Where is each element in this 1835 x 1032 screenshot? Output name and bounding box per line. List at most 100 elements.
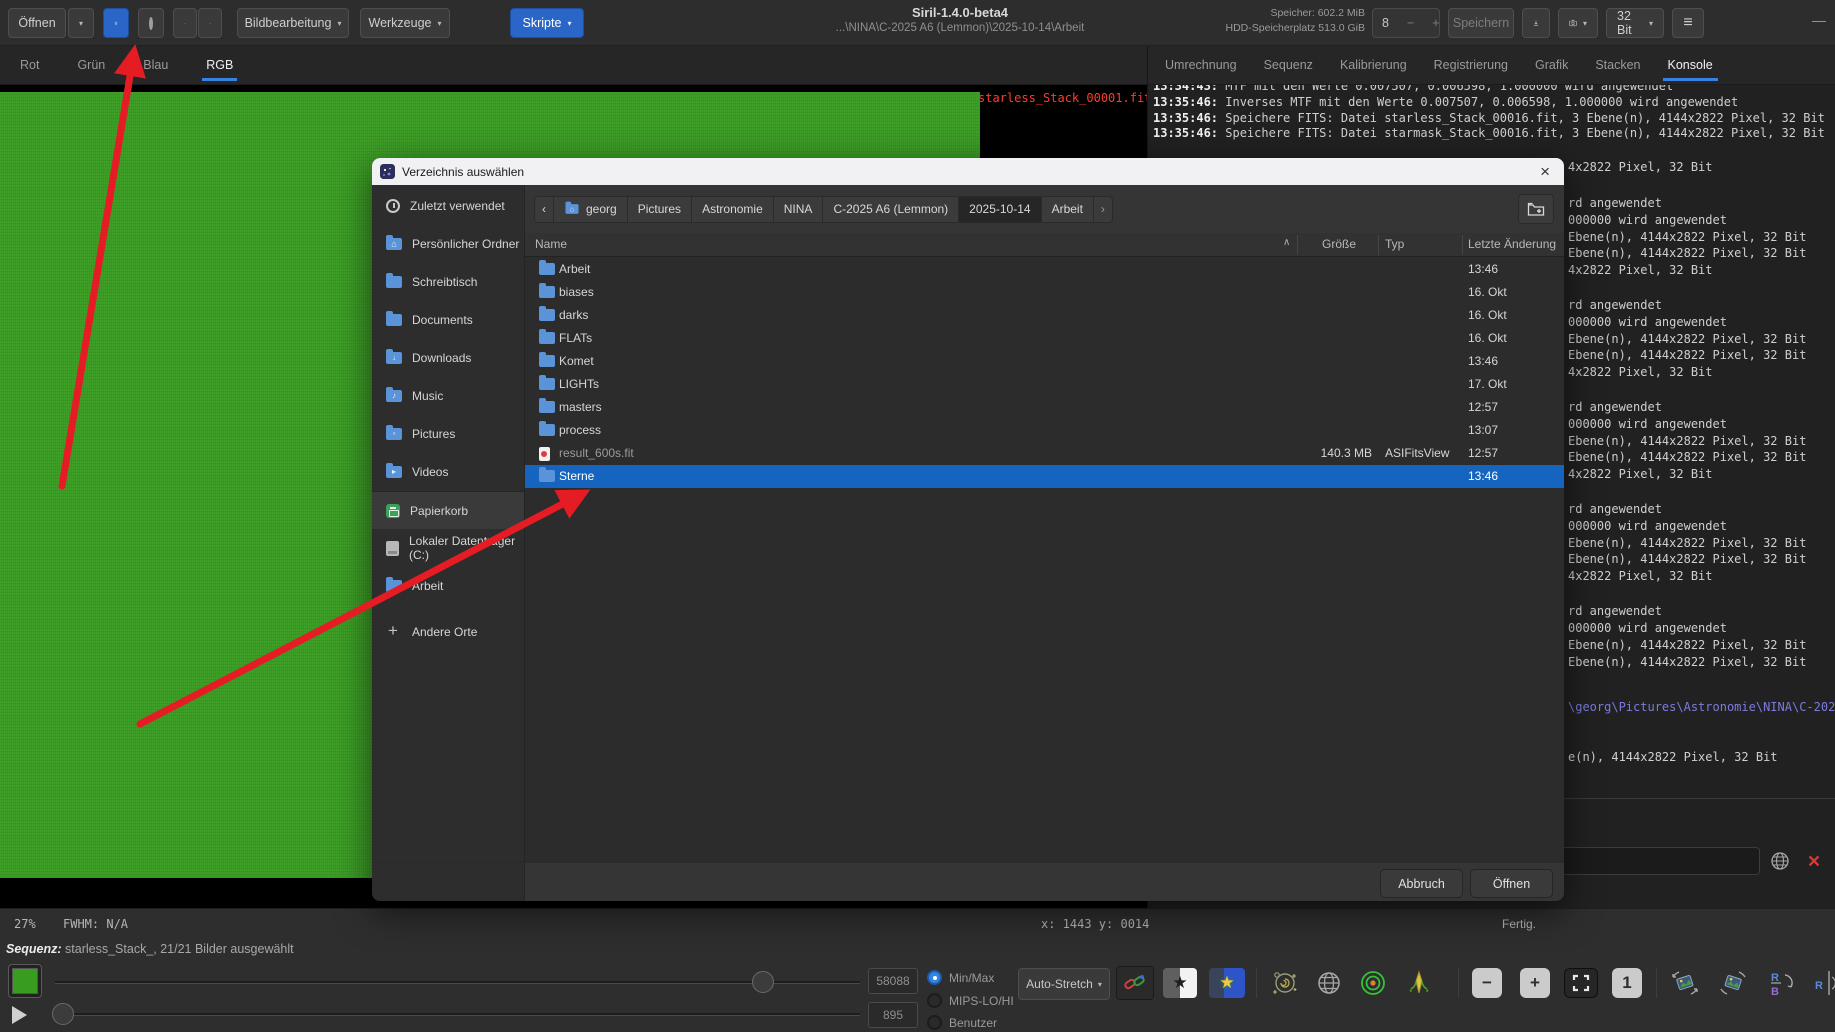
rotate-left-button[interactable] <box>1666 966 1704 1000</box>
sidebar-item[interactable]: Zuletzt verwendet <box>372 187 524 225</box>
right-panel-tab[interactable]: Umrechnung <box>1156 49 1246 81</box>
sidebar-item[interactable]: Videos <box>372 453 524 491</box>
file-row[interactable]: masters 12:57 <box>525 396 1564 419</box>
open-button[interactable]: Öffnen <box>8 8 66 38</box>
stretch-radio[interactable]: Benutzer <box>927 1015 997 1030</box>
channel-tab[interactable]: Blau <box>139 49 172 81</box>
right-panel-tab[interactable]: Registrierung <box>1425 49 1517 81</box>
star-mask-button[interactable]: ★ <box>1160 966 1200 1000</box>
mirror-vertical-button[interactable]: R B <box>1762 966 1804 1000</box>
breadcrumb-segment[interactable]: Arbeit <box>1041 196 1094 223</box>
close-icon[interactable]: × <box>1534 163 1556 180</box>
sidebar-item[interactable]: Persönlicher Ordner <box>372 225 524 263</box>
hamburger-menu-button[interactable]: ≡ <box>1672 8 1704 38</box>
right-panel-tab[interactable]: Konsole <box>1659 49 1722 81</box>
zoom-in-button[interactable]: + <box>1520 968 1550 998</box>
channel-tab[interactable]: RGB <box>202 49 237 81</box>
sidebar-item[interactable]: Downloads <box>372 339 524 377</box>
high-slider-handle[interactable] <box>752 971 774 993</box>
right-panel-tab[interactable]: Grafik <box>1526 49 1577 81</box>
breadcrumb-back-button[interactable]: ‹ <box>534 196 554 223</box>
column-name[interactable]: Name <box>535 237 567 251</box>
preview-thumbnail-button[interactable] <box>8 964 42 998</box>
sidebar-item[interactable]: Papierkorb <box>372 491 524 529</box>
file-row[interactable]: result_600s.fit 140.3 MB ASIFitsView 12:… <box>525 442 1564 465</box>
sidebar-item[interactable]: Documents <box>372 301 524 339</box>
dialog-titlebar[interactable]: Verzeichnis auswählen × <box>372 158 1564 185</box>
breadcrumb-segment[interactable]: NINA <box>773 196 824 223</box>
new-folder-button[interactable] <box>1518 194 1554 224</box>
image-processing-menu[interactable]: Bildbearbeitung▾ <box>237 8 349 38</box>
undo-button[interactable] <box>173 8 197 38</box>
right-panel-tab[interactable]: Stacken <box>1586 49 1649 81</box>
launch-button[interactable] <box>1400 966 1438 1000</box>
scripts-menu[interactable]: Skripte▾ <box>510 8 584 38</box>
cancel-button[interactable]: Abbruch <box>1380 869 1463 898</box>
stretch-radio[interactable]: Min/Max <box>927 970 994 985</box>
stretch-radio[interactable]: MIPS-LO/HI <box>927 993 1014 1008</box>
sidebar-item[interactable]: Andere Orte <box>372 613 524 651</box>
file-list-header[interactable]: Name ∧ Größe Typ Letzte Änderung <box>525 233 1564 257</box>
column-modified[interactable]: Letzte Änderung <box>1468 237 1556 251</box>
column-type[interactable]: Typ <box>1385 237 1404 251</box>
snapshot-button[interactable]: ▾ <box>1558 8 1598 38</box>
low-slider-track[interactable] <box>55 1013 860 1016</box>
breadcrumb-segment[interactable]: Pictures <box>627 196 692 223</box>
breadcrumb-segment[interactable]: georg <box>553 196 628 223</box>
export-button[interactable] <box>1522 8 1550 38</box>
sidebar-item[interactable]: Music <box>372 377 524 415</box>
stretch-mode-dropdown[interactable]: Auto-Stretch▾ <box>1018 968 1110 1000</box>
low-value-field[interactable]: 895 <box>868 1002 918 1028</box>
high-slider-track[interactable] <box>55 981 860 984</box>
breadcrumb-segment[interactable]: 2025-10-14 <box>958 196 1041 223</box>
astrometry-button[interactable] <box>1310 966 1348 1000</box>
channel-link-button[interactable] <box>1116 966 1154 1000</box>
sidebar-item[interactable]: Arbeit <box>372 567 524 605</box>
right-panel-tab[interactable]: Sequenz <box>1255 49 1322 81</box>
zoom-one-button[interactable]: 1 <box>1612 968 1642 998</box>
file-row[interactable]: Arbeit 13:46 <box>525 258 1564 281</box>
thread-spinner[interactable]: 8 − + <box>1372 8 1440 38</box>
file-row-icon <box>539 447 550 461</box>
language-button[interactable] <box>1766 847 1794 875</box>
breadcrumb-forward-button[interactable]: › <box>1093 196 1113 223</box>
breadcrumb-segment[interactable]: C-2025 A6 (Lemmon) <box>822 196 959 223</box>
redo-button[interactable] <box>198 8 222 38</box>
file-row[interactable]: LIGHTs 17. Okt <box>525 373 1564 396</box>
file-row[interactable]: darks 16. Okt <box>525 304 1564 327</box>
zoom-out-button[interactable]: − <box>1472 968 1502 998</box>
rotate-right-button[interactable] <box>1714 966 1752 1000</box>
save-button[interactable]: Speichern <box>1448 8 1514 38</box>
file-row[interactable]: Sterne 13:46 <box>525 465 1564 488</box>
play-icon[interactable] <box>12 1006 27 1024</box>
channel-tab[interactable]: Rot <box>16 49 43 81</box>
mirror-horizontal-button[interactable]: R <box>1812 966 1835 1000</box>
spin-minus-icon[interactable]: − <box>1398 16 1423 30</box>
open-directory-button[interactable]: Öffnen <box>1470 869 1553 898</box>
home-button[interactable] <box>103 8 129 38</box>
bit-depth-dropdown[interactable]: 32 Bit▾ <box>1606 8 1664 38</box>
spin-plus-icon[interactable]: + <box>1423 16 1448 30</box>
stop-button[interactable]: × <box>1800 847 1828 875</box>
star-recomposition-button[interactable]: ★ <box>1206 966 1248 1000</box>
zoom-fit-button[interactable] <box>1564 968 1598 998</box>
high-value-field[interactable]: 58088 <box>868 968 918 994</box>
file-row[interactable]: process 13:07 <box>525 419 1564 442</box>
file-row[interactable]: FLATs 16. Okt <box>525 327 1564 350</box>
tools-menu[interactable]: Werkzeuge▾ <box>360 8 450 38</box>
low-slider-handle[interactable] <box>52 1003 74 1025</box>
file-row[interactable]: Komet 13:46 <box>525 350 1564 373</box>
record-button[interactable] <box>138 8 164 38</box>
annotations-button[interactable] <box>1266 966 1304 1000</box>
breadcrumb-segment[interactable]: Astronomie <box>691 196 774 223</box>
column-size[interactable]: Größe <box>1322 237 1356 251</box>
sidebar-item[interactable]: Pictures <box>372 415 524 453</box>
open-dropdown-button[interactable]: ▾ <box>68 8 94 38</box>
sidebar-item[interactable]: Schreibtisch <box>372 263 524 301</box>
sidebar-item[interactable]: Lokaler Datenträger (C:) <box>372 529 524 567</box>
photometry-button[interactable] <box>1354 966 1392 1000</box>
minimize-icon[interactable]: — <box>1812 12 1826 28</box>
right-panel-tab[interactable]: Kalibrierung <box>1331 49 1416 81</box>
channel-tab[interactable]: Grün <box>73 49 109 81</box>
file-row[interactable]: biases 16. Okt <box>525 281 1564 304</box>
